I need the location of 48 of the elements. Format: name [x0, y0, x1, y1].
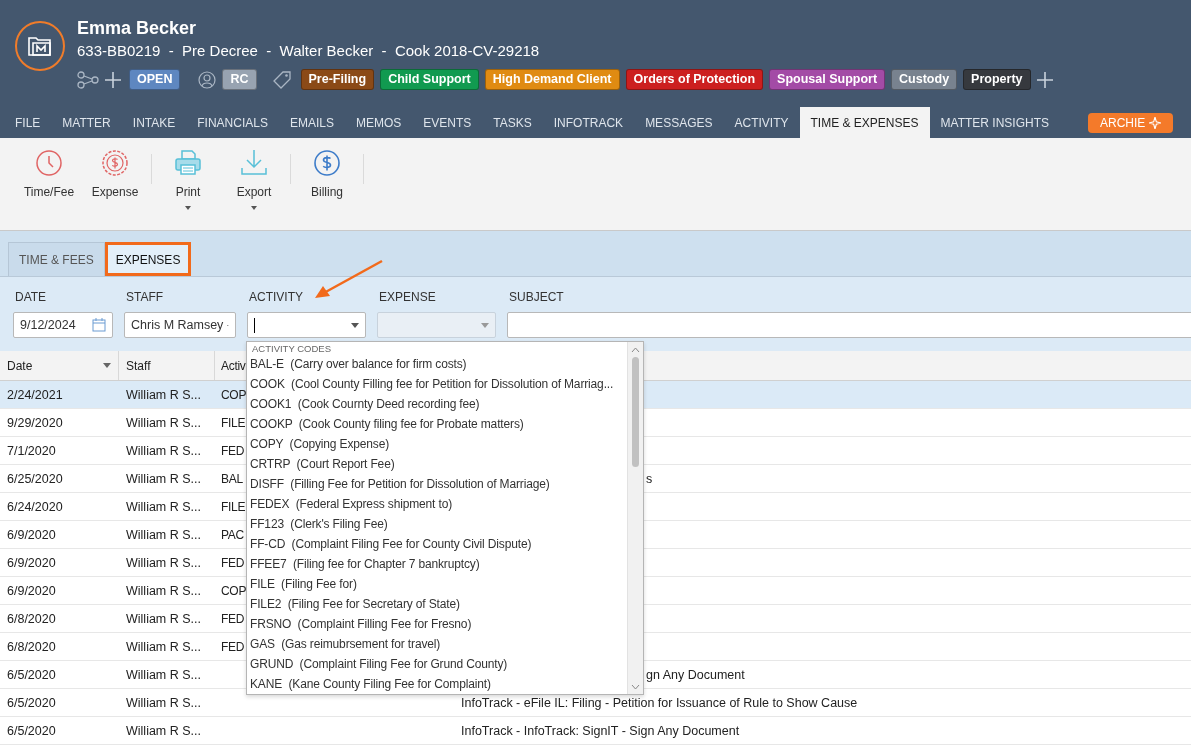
list-heading: ACTIVITY CODES: [251, 342, 332, 354]
table-cell: William R S...: [126, 499, 201, 514]
table-cell: William R S...: [126, 555, 201, 570]
table-cell: 6/9/2020: [7, 583, 56, 598]
client-name: Emma Becker: [77, 17, 198, 39]
table-cell: William R S...: [126, 583, 201, 598]
table-cell: InfoTrack - eFile IL: Filing - Petition for Issuance of Rule to Show Cause: [461, 695, 858, 710]
table-cell: 6/5/2020: [7, 695, 56, 710]
table-cell: 7/1/2020: [7, 443, 56, 458]
table-cell: William R S...: [126, 471, 201, 486]
table-cell: FILE: [221, 499, 246, 514]
table-cell: 9/29/2020: [7, 415, 63, 430]
field-label: STAFF: [125, 290, 165, 304]
table-cell: 6/25/2020: [7, 471, 63, 486]
table-cell: William R S...: [126, 639, 201, 654]
table-cell: 6/24/2020: [7, 499, 63, 514]
field-label: DATE: [14, 290, 48, 304]
table-cell: gn Any Document: [646, 667, 745, 682]
table-cell: FED: [221, 555, 245, 570]
table-cell: FED: [221, 443, 245, 458]
table-cell: 6/8/2020: [7, 611, 56, 626]
table-cell: FILE: [221, 415, 246, 430]
table-cell: William R S...: [126, 387, 201, 402]
table-cell: s: [646, 471, 653, 486]
table-cell: William R S...: [126, 723, 201, 738]
table-cell: 2/24/2021: [7, 387, 63, 402]
table-cell: BAL: [221, 471, 243, 486]
table-cell: 6/5/2020: [7, 667, 56, 682]
table-cell: 6/9/2020: [7, 527, 56, 542]
table-cell: COP: [221, 387, 247, 402]
table-cell: COP: [221, 583, 247, 598]
matter-subtitle: 633-BB0219 - Pre Decree - Walter Becker - Cook 2018-CV-29218: [77, 41, 541, 61]
table-cell: InfoTrack - InfoTrack: SignIT - Sign Any Document: [461, 723, 740, 738]
table-cell: FED: [221, 639, 245, 654]
field-label: ACTIVITY: [248, 290, 304, 304]
table-cell: William R S...: [126, 695, 201, 710]
table-cell: William R S...: [126, 443, 201, 458]
table-cell: William R S...: [126, 527, 201, 542]
table-cell: PAC: [221, 527, 244, 542]
table-cell: 6/9/2020: [7, 555, 56, 570]
table-cell: 6/8/2020: [7, 639, 56, 654]
field-label: EXPENSE: [378, 290, 437, 304]
table-cell: 6/5/2020: [7, 723, 56, 738]
field-label: SUBJECT: [508, 290, 565, 304]
table-cell: William R S...: [126, 415, 201, 430]
table-cell: FED: [221, 611, 245, 626]
table-cell: William R S...: [126, 667, 201, 682]
table-cell: William R S...: [126, 611, 201, 626]
